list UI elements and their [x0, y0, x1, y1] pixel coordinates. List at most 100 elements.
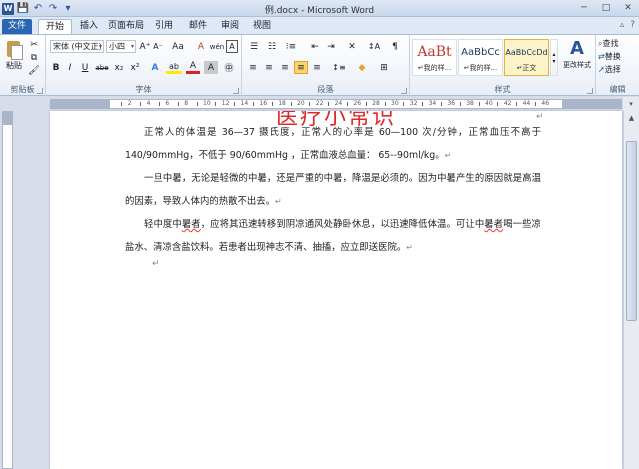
ruler-tick: [384, 102, 386, 106]
style-name: ↵我的样...: [463, 64, 498, 72]
change-styles-button[interactable]: 更改样式: [558, 60, 596, 70]
tab-review[interactable]: 审阅: [216, 19, 244, 34]
font-launcher-icon[interactable]: [233, 88, 239, 94]
tab-home[interactable]: 开始: [38, 19, 72, 34]
justify-button[interactable]: ≡: [294, 61, 308, 74]
style-item[interactable]: AaBt ↵我的样...: [412, 39, 457, 76]
font-color-button[interactable]: A: [186, 61, 200, 74]
styles-group-label: 样式: [494, 85, 511, 94]
italic-button[interactable]: I: [64, 61, 76, 74]
ruler-number: 18: [278, 100, 286, 107]
ruler-number: 2: [127, 100, 132, 107]
ruler-tick: [140, 102, 142, 106]
ruler-number: 4: [146, 100, 151, 107]
borders-button[interactable]: ⊞: [376, 61, 392, 74]
view-ruler-icon[interactable]: ▾: [623, 97, 639, 111]
tab-insert[interactable]: 插入: [74, 19, 104, 34]
grow-font-button[interactable]: A⁺: [139, 40, 151, 53]
shading-button[interactable]: ◆: [354, 61, 370, 74]
change-styles-icon[interactable]: A: [562, 37, 592, 59]
vertical-ruler[interactable]: [2, 111, 13, 469]
font-name-combo[interactable]: 宋体 (中文正) ▾: [50, 40, 104, 53]
ruler-tick: [347, 102, 348, 106]
phonetic-guide-button[interactable]: wén: [210, 40, 224, 53]
clear-format-button[interactable]: A: [194, 40, 208, 53]
ruler-tick: [196, 102, 198, 106]
document-paragraph[interactable]: 正常人的体温是 36—37 摄氏度，正常人的心率是 60—100 次/分钟，正常…: [125, 121, 541, 167]
spelling-flag[interactable]: 暑者: [182, 219, 201, 230]
scroll-thumb[interactable]: [626, 141, 637, 321]
tab-references[interactable]: 引用: [150, 19, 178, 34]
strikethrough-button[interactable]: abe: [94, 61, 110, 74]
distribute-button[interactable]: ≡: [310, 61, 324, 74]
style-item[interactable]: AaBbCc ↵我的样...: [458, 39, 503, 76]
paragraph-launcher-icon[interactable]: [401, 88, 407, 94]
subscript-button[interactable]: x₂: [112, 61, 126, 74]
styles-launcher-icon[interactable]: [587, 88, 593, 94]
tab-mailings[interactable]: 邮件: [184, 19, 212, 34]
change-case-button[interactable]: Aa: [170, 40, 186, 53]
replace-button[interactable]: ⇄ 替换: [598, 51, 638, 62]
horizontal-ruler[interactable]: 2 4 6 8 10 12 14 16 18 20 22 24 26 28 30 32 34 36 38 40 42 44…: [0, 97, 639, 111]
ruler-number: 32: [409, 100, 418, 107]
ruler-tick: [422, 102, 424, 106]
window-title: 例.docx - Microsoft Word: [264, 6, 375, 16]
minimize-button[interactable]: ─: [573, 0, 595, 15]
chinese-layout-button[interactable]: ✕: [344, 40, 360, 53]
ruler-number: 8: [184, 100, 189, 107]
tab-file[interactable]: 文件: [2, 19, 32, 34]
ruler-number: 26: [353, 100, 362, 107]
editing-group-label: 编辑: [609, 85, 626, 94]
scroll-up-icon[interactable]: ▲: [624, 111, 639, 124]
multilevel-list-button[interactable]: ⁝≡: [282, 40, 300, 53]
enclose-char-button[interactable]: ㊥: [222, 61, 236, 74]
spelling-flag[interactable]: 暑者: [484, 219, 503, 230]
bullets-button[interactable]: ☰: [246, 40, 262, 53]
styles-scroll-icon[interactable]: ▴ ▾: [550, 39, 558, 76]
copy-icon[interactable]: ⧉: [28, 52, 40, 63]
char-shading-button[interactable]: A: [204, 61, 218, 74]
paste-icon[interactable]: [4, 38, 24, 60]
text-effects-button[interactable]: A: [148, 61, 162, 74]
collapse-ribbon-icon[interactable]: ▵: [620, 20, 625, 30]
line-spacing-button[interactable]: ↕≡: [330, 61, 348, 74]
bold-button[interactable]: B: [50, 61, 62, 74]
style-name: ↵正文: [516, 64, 537, 72]
select-button[interactable]: ➚ 选择: [598, 64, 638, 75]
ribbon: 粘贴 ✂ ⧉ 🖌 剪贴板 宋体 (中文正) ▾ 小四 ▾ A⁺ A⁻ Aa A wé…: [0, 34, 639, 96]
close-button[interactable]: ✕: [617, 0, 639, 15]
maximize-button[interactable]: □: [595, 0, 617, 15]
document-paragraph[interactable]: 一旦中暑，无论是轻微的中暑，还是严重的中暑，降温是必须的。因为中暑产生的原因就是…: [125, 167, 541, 213]
shrink-font-button[interactable]: A⁻: [152, 40, 164, 53]
superscript-button[interactable]: x²: [128, 61, 142, 74]
paste-button[interactable]: 粘贴: [3, 60, 25, 70]
show-marks-button[interactable]: ¶: [388, 40, 402, 53]
vertical-scrollbar[interactable]: ▲: [623, 111, 639, 469]
ruler-tick: [234, 102, 236, 106]
decrease-indent-button[interactable]: ⇤: [308, 40, 322, 53]
align-right-button[interactable]: ≡: [278, 61, 292, 74]
tab-page-layout[interactable]: 页面布局: [106, 19, 146, 34]
clipboard-group: 粘贴 ✂ ⧉ 🖌 剪贴板: [0, 35, 46, 96]
paragraph-mark: ↵: [406, 243, 413, 252]
ruler-tick: [159, 102, 160, 106]
find-label: 查找: [602, 39, 619, 48]
document-page[interactable]: 医疗小常识 ↵ 正常人的体温是 36—37 摄氏度，正常人的心率是 60—100…: [50, 111, 622, 469]
highlight-button[interactable]: ab: [166, 61, 182, 74]
help-icon[interactable]: ?: [630, 20, 635, 30]
numbering-button[interactable]: ☷: [264, 40, 280, 53]
align-center-button[interactable]: ≡: [262, 61, 276, 74]
char-border-button[interactable]: A: [226, 40, 238, 53]
sort-button[interactable]: ↕A: [366, 40, 382, 53]
increase-indent-button[interactable]: ⇥: [324, 40, 338, 53]
tab-view[interactable]: 视图: [248, 19, 276, 34]
style-item-normal[interactable]: AaBbCcDd ↵正文: [504, 39, 549, 76]
format-painter-icon[interactable]: 🖌: [28, 65, 40, 76]
underline-button[interactable]: U: [78, 61, 92, 74]
clipboard-launcher-icon[interactable]: [37, 88, 43, 94]
font-size-combo[interactable]: 小四 ▾: [106, 40, 136, 53]
cut-icon[interactable]: ✂: [28, 39, 40, 50]
find-button[interactable]: ⌕ 查找: [598, 38, 638, 49]
align-left-button[interactable]: ≡: [246, 61, 260, 74]
document-paragraph[interactable]: 轻中度中暑者，应将其迅速转移到阴凉通风处静卧休息，以迅速降低体温。可让中暑者喝一…: [125, 213, 541, 259]
